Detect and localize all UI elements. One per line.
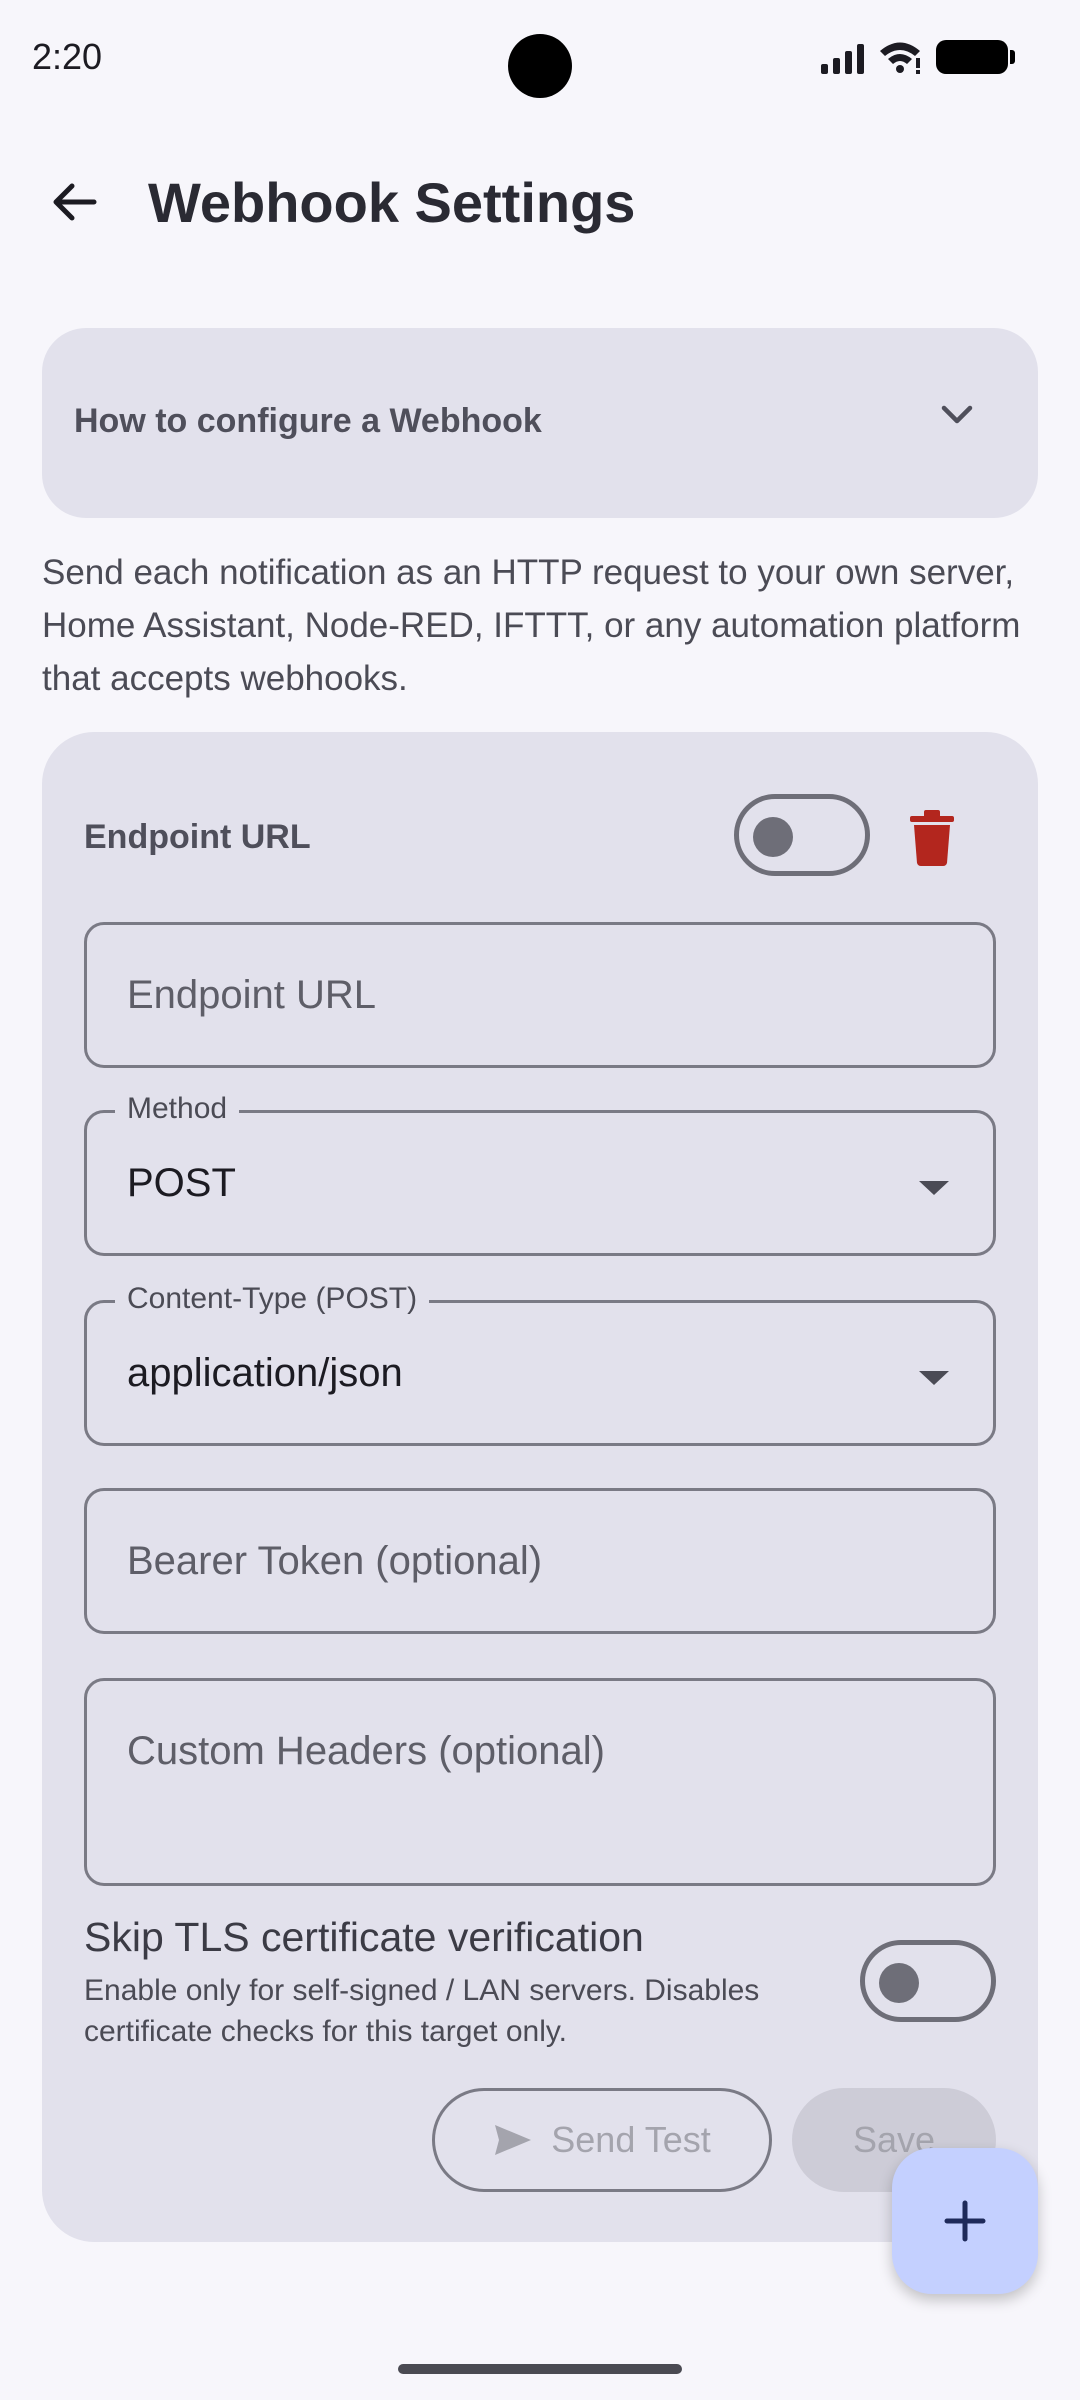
screen: 2:20 Webhook Settings How to configure a… [0, 0, 1080, 2400]
toggle-knob [753, 817, 793, 857]
plus-icon [944, 2200, 986, 2242]
bearer-token-placeholder: Bearer Token (optional) [127, 1539, 543, 1583]
toggle-knob [879, 1963, 919, 2003]
wifi-icon [880, 42, 920, 74]
camera-cutout [508, 34, 572, 98]
tls-skip-toggle[interactable] [860, 1940, 996, 2022]
custom-headers-placeholder: Custom Headers (optional) [127, 1729, 605, 1773]
method-value: POST [127, 1161, 236, 1205]
dropdown-arrow-icon [919, 1181, 949, 1195]
card-title: Endpoint URL [84, 818, 311, 856]
status-time: 2:20 [32, 36, 103, 77]
bearer-token-input[interactable]: Bearer Token (optional) [84, 1488, 996, 1634]
tls-skip-subtitle: Enable only for self-signed / LAN server… [84, 1974, 760, 2048]
page-title: Webhook Settings [148, 171, 636, 234]
content-type-select[interactable]: Content-Type (POST) application/json [84, 1282, 996, 1446]
content-type-value: application/json [127, 1351, 403, 1395]
description-text: Send each notification as an HTTP reques… [42, 553, 1021, 698]
back-button[interactable] [34, 162, 114, 242]
send-icon [495, 2125, 532, 2155]
endpoint-url-placeholder: Endpoint URL [127, 973, 377, 1017]
dropdown-arrow-icon [919, 1371, 949, 1385]
app-bar: Webhook Settings [0, 140, 1080, 264]
target-enabled-toggle[interactable] [734, 794, 870, 876]
home-indicator[interactable] [398, 2364, 682, 2374]
signal-icon [821, 42, 864, 74]
tls-skip-title: Skip TLS certificate verification [84, 1914, 644, 1960]
status-icons [821, 38, 1015, 74]
arrow-back-icon [53, 183, 97, 221]
send-test-button[interactable]: Send Test [432, 2088, 772, 2192]
how-to-title: How to configure a Webhook [74, 402, 542, 440]
endpoint-url-input[interactable]: Endpoint URL [84, 922, 996, 1068]
chevron-down-icon [941, 405, 973, 424]
method-label: Method [115, 1092, 240, 1126]
send-test-label: Send Test [551, 2119, 711, 2160]
status-bar: 2:20 [0, 0, 1080, 110]
custom-headers-input[interactable]: Custom Headers (optional) [84, 1678, 996, 1886]
how-to-expander[interactable]: How to configure a Webhook [42, 328, 1038, 518]
add-webhook-fab[interactable] [892, 2148, 1038, 2294]
method-select[interactable]: Method POST [84, 1092, 996, 1256]
webhook-target-card: Endpoint URL Endpoint URL Method POST Co… [42, 732, 1038, 2242]
battery-icon [936, 40, 1015, 74]
trash-icon[interactable] [908, 810, 956, 866]
content-type-label: Content-Type (POST) [115, 1282, 430, 1316]
